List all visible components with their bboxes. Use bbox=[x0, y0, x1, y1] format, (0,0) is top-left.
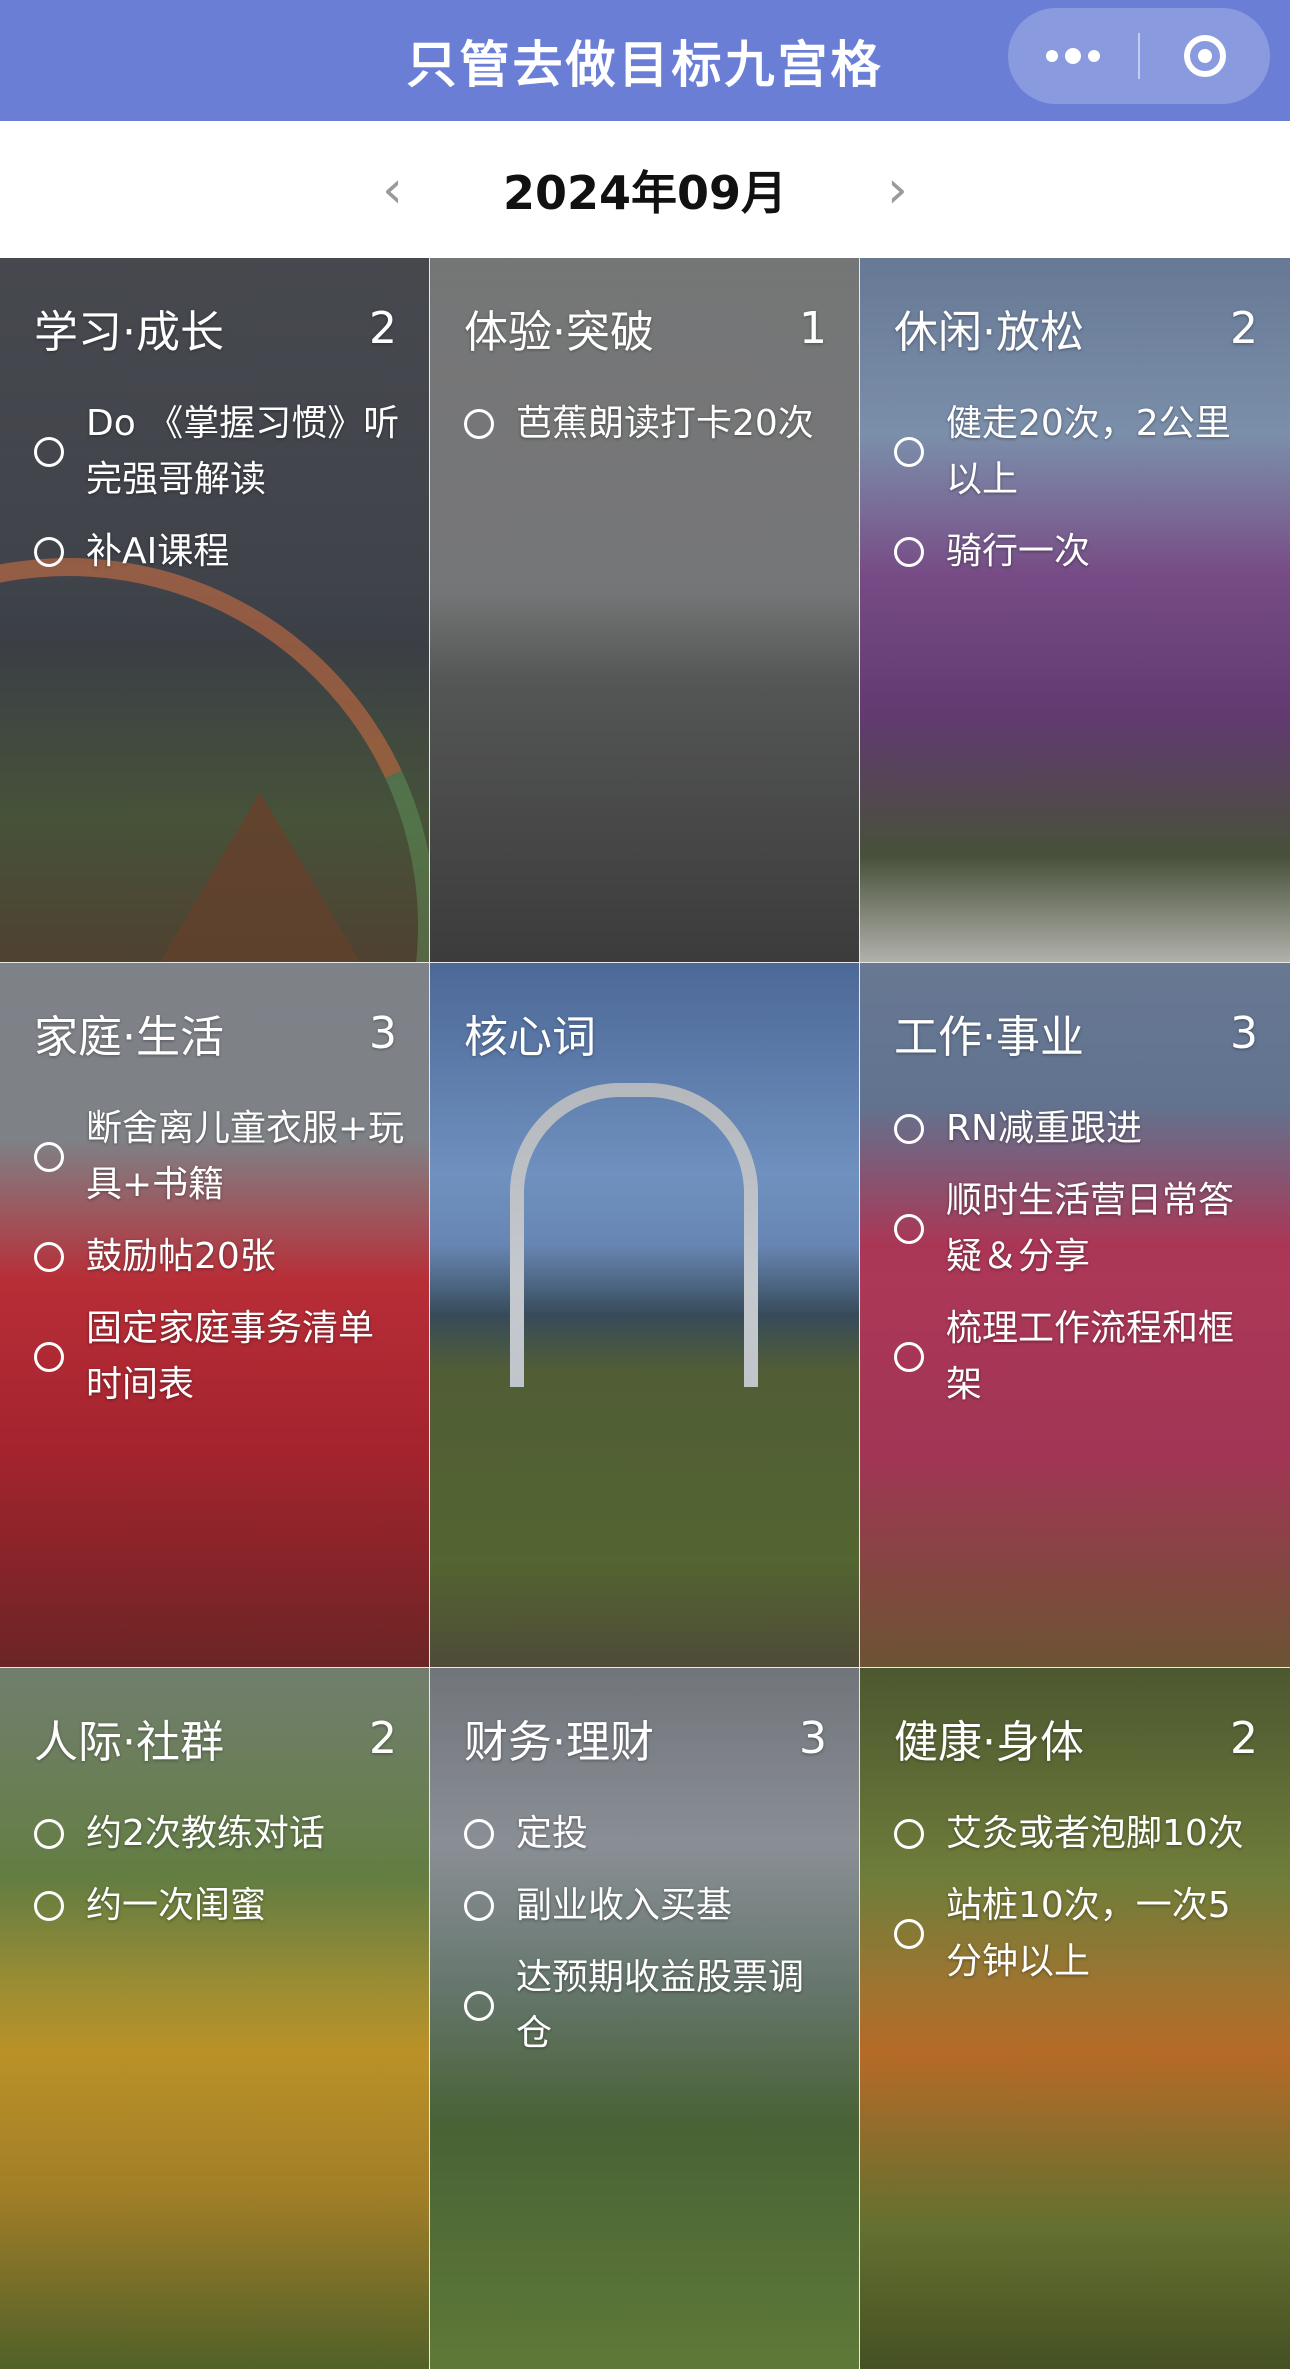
target-circle-icon bbox=[1184, 35, 1226, 77]
prev-month-icon[interactable]: ‹ bbox=[382, 164, 403, 216]
cell-count: 2 bbox=[369, 302, 397, 354]
top-bar: 只管去做目标九宫格 bbox=[0, 0, 1290, 121]
cell-title: 核心词 bbox=[464, 1012, 596, 1063]
goal-item[interactable]: 骑行一次 bbox=[894, 524, 1266, 580]
checkbox-circle-icon[interactable] bbox=[34, 537, 64, 567]
cell-count: 3 bbox=[1230, 1007, 1258, 1059]
checkbox-circle-icon[interactable] bbox=[894, 1342, 924, 1372]
goal-item[interactable]: 梳理工作流程和框架 bbox=[894, 1301, 1266, 1413]
checkbox-circle-icon[interactable] bbox=[894, 437, 924, 467]
grid-cell-finance[interactable]: 财务·理财 3 定投 副业收入买基 达预期收益股票调仓 bbox=[430, 1668, 859, 2369]
checkbox-circle-icon[interactable] bbox=[464, 1819, 494, 1849]
grid-cell-work[interactable]: 工作·事业 3 RN减重跟进 顺时生活营日常答疑＆分享 梳理工作流程和框架 bbox=[860, 963, 1290, 1667]
more-dots-icon bbox=[1046, 48, 1100, 64]
goal-item[interactable]: 顺时生活营日常答疑＆分享 bbox=[894, 1173, 1266, 1285]
goal-item[interactable]: 定投 bbox=[464, 1806, 835, 1862]
cell-title: 工作·事业 bbox=[894, 1012, 1084, 1063]
cell-title: 健康·身体 bbox=[894, 1717, 1084, 1768]
month-label: 2024年09月 bbox=[502, 165, 788, 220]
cell-count: 1 bbox=[799, 302, 827, 354]
goal-item[interactable]: 芭蕉朗读打卡20次 bbox=[464, 396, 835, 452]
goal-item[interactable]: Do 《掌握习惯》听完强哥解读 bbox=[34, 396, 405, 508]
cell-title: 休闲·放松 bbox=[894, 307, 1084, 358]
checkbox-circle-icon[interactable] bbox=[34, 1891, 64, 1921]
goal-item[interactable]: 补AI课程 bbox=[34, 524, 405, 580]
goal-item[interactable]: 鼓励帖20张 bbox=[34, 1229, 405, 1285]
checkbox-circle-icon[interactable] bbox=[894, 1214, 924, 1244]
cell-count: 2 bbox=[369, 1712, 397, 1764]
grid-cell-study[interactable]: 学习·成长 2 Do 《掌握习惯》听完强哥解读 补AI课程 bbox=[0, 258, 429, 962]
goal-list: 健走20次，2公里以上 骑行一次 bbox=[894, 396, 1266, 596]
cell-count: 3 bbox=[369, 1007, 397, 1059]
checkbox-circle-icon[interactable] bbox=[894, 537, 924, 567]
goal-item[interactable]: 健走20次，2公里以上 bbox=[894, 396, 1266, 508]
close-button[interactable] bbox=[1140, 8, 1270, 104]
month-navigator: ‹ 2024年09月 › bbox=[0, 121, 1290, 258]
cell-count: 3 bbox=[799, 1712, 827, 1764]
goal-list: 芭蕉朗读打卡20次 bbox=[464, 396, 835, 468]
cell-title: 财务·理财 bbox=[464, 1717, 654, 1768]
goal-item[interactable]: 约2次教练对话 bbox=[34, 1806, 405, 1862]
checkbox-circle-icon[interactable] bbox=[894, 1114, 924, 1144]
goal-list: 艾灸或者泡脚10次 站桩10次，一次5分钟以上 bbox=[894, 1806, 1266, 2006]
goal-item[interactable]: 副业收入买基 bbox=[464, 1878, 835, 1934]
cell-title: 人际·社群 bbox=[34, 1717, 224, 1768]
checkbox-circle-icon[interactable] bbox=[894, 1919, 924, 1949]
checkbox-circle-icon[interactable] bbox=[464, 1891, 494, 1921]
goal-item[interactable]: 约一次闺蜜 bbox=[34, 1878, 405, 1934]
goal-list: 断舍离儿童衣服+玩具+书籍 鼓励帖20张 固定家庭事务清单时间表 bbox=[34, 1101, 405, 1429]
goal-grid: 学习·成长 2 Do 《掌握习惯》听完强哥解读 补AI课程 体验·突破 1 芭蕉… bbox=[0, 258, 1290, 2369]
cell-title: 学习·成长 bbox=[34, 307, 224, 358]
checkbox-circle-icon[interactable] bbox=[34, 1342, 64, 1372]
goal-item[interactable]: RN减重跟进 bbox=[894, 1101, 1266, 1157]
grid-cell-leisure[interactable]: 休闲·放松 2 健走20次，2公里以上 骑行一次 bbox=[860, 258, 1290, 962]
grid-cell-core-word[interactable]: 核心词 bbox=[430, 963, 859, 1667]
cell-title: 家庭·生活 bbox=[34, 1012, 224, 1063]
grid-cell-health[interactable]: 健康·身体 2 艾灸或者泡脚10次 站桩10次，一次5分钟以上 bbox=[860, 1668, 1290, 2369]
goal-list: 约2次教练对话 约一次闺蜜 bbox=[34, 1806, 405, 1950]
grid-cell-experience[interactable]: 体验·突破 1 芭蕉朗读打卡20次 bbox=[430, 258, 859, 962]
checkbox-circle-icon[interactable] bbox=[34, 1819, 64, 1849]
goal-item[interactable]: 断舍离儿童衣服+玩具+书籍 bbox=[34, 1101, 405, 1213]
cell-count: 2 bbox=[1230, 302, 1258, 354]
checkbox-circle-icon[interactable] bbox=[894, 1819, 924, 1849]
checkbox-circle-icon[interactable] bbox=[464, 1991, 494, 2021]
goal-item[interactable]: 固定家庭事务清单时间表 bbox=[34, 1301, 405, 1413]
checkbox-circle-icon[interactable] bbox=[34, 1242, 64, 1272]
grid-cell-family[interactable]: 家庭·生活 3 断舍离儿童衣服+玩具+书籍 鼓励帖20张 固定家庭事务清单时间表 bbox=[0, 963, 429, 1667]
checkbox-circle-icon[interactable] bbox=[34, 1142, 64, 1172]
next-month-icon[interactable]: › bbox=[887, 164, 908, 216]
checkbox-circle-icon[interactable] bbox=[34, 437, 64, 467]
mini-program-capsule bbox=[1008, 8, 1270, 104]
goal-item[interactable]: 达预期收益股票调仓 bbox=[464, 1950, 835, 2062]
goal-list: Do 《掌握习惯》听完强哥解读 补AI课程 bbox=[34, 396, 405, 596]
more-button[interactable] bbox=[1008, 8, 1138, 104]
checkbox-circle-icon[interactable] bbox=[464, 409, 494, 439]
cell-count: 2 bbox=[1230, 1712, 1258, 1764]
goal-item[interactable]: 艾灸或者泡脚10次 bbox=[894, 1806, 1266, 1862]
grid-cell-social[interactable]: 人际·社群 2 约2次教练对话 约一次闺蜜 bbox=[0, 1668, 429, 2369]
goal-item[interactable]: 站桩10次，一次5分钟以上 bbox=[894, 1878, 1266, 1990]
cell-title: 体验·突破 bbox=[464, 307, 654, 358]
goal-list: RN减重跟进 顺时生活营日常答疑＆分享 梳理工作流程和框架 bbox=[894, 1101, 1266, 1429]
goal-list: 定投 副业收入买基 达预期收益股票调仓 bbox=[464, 1806, 835, 2078]
